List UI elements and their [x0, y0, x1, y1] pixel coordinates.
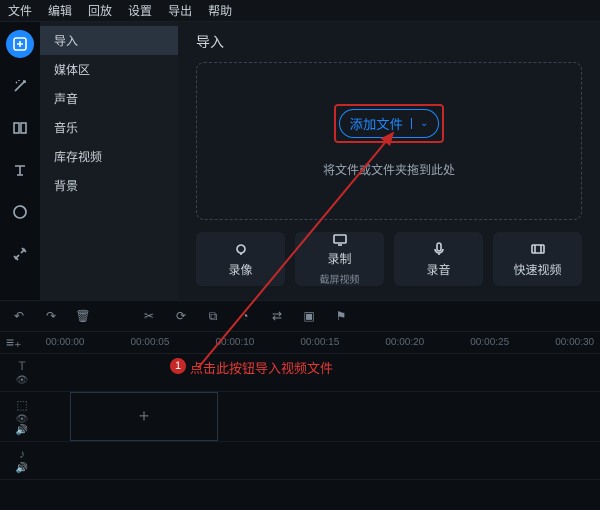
rotate-button[interactable]: ⟳ [172, 309, 190, 323]
mic-icon [431, 241, 447, 257]
undo-button[interactable]: ↶ [10, 309, 28, 323]
audio-track-icon: ♪ [19, 447, 25, 461]
cut-button[interactable]: ✂ [140, 309, 158, 323]
time-ruler[interactable]: 00:00:00 00:00:05 00:00:10 00:00:15 00:0… [36, 333, 595, 353]
plus-box-icon [12, 36, 28, 52]
crop-button[interactable]: ⧉ [204, 309, 222, 324]
ruler-tick: 00:00:00 [46, 337, 85, 348]
film-icon [530, 241, 546, 257]
ruler-tick: 00:00:15 [300, 337, 339, 348]
delete-button[interactable]: 🗑 [74, 309, 92, 323]
color-button[interactable]: ◔ [236, 309, 254, 323]
dropzone[interactable]: 添加文件 ⌄ 将文件或文件夹拖到此处 [196, 62, 582, 220]
timeline: ↶ ↷ 🗑 ✂ ⟳ ⧉ ◔ ⇄ ▣ ⚑ ≡₊ 00:00:00 00:00:05… [0, 300, 600, 510]
menu-playback[interactable]: 回放 [88, 2, 112, 19]
add-track-button[interactable]: ≡₊ [6, 334, 22, 351]
annotation-text: 点击此按钮导入视频文件 [190, 358, 333, 377]
menu-settings[interactable]: 设置 [128, 2, 152, 19]
track-audio[interactable]: ♪🔊 [0, 442, 600, 480]
card-screencast[interactable]: 录制 截屏视频 [295, 232, 384, 286]
content-title: 导入 [196, 32, 582, 52]
ruler-tick: 00:00:05 [131, 337, 170, 348]
card-quick[interactable]: 快速视频 [493, 232, 582, 286]
sidebar-item-stock[interactable]: 库存视频 [40, 142, 178, 171]
add-clip-placeholder[interactable]: + [70, 392, 218, 441]
tool-titles[interactable] [6, 156, 34, 184]
sidebar: 导入 媒体区 声音 音乐 库存视频 背景 [40, 22, 178, 300]
card-sublabel: 截屏视频 [320, 271, 360, 286]
card-audio[interactable]: 录音 [394, 232, 483, 286]
menu-edit[interactable]: 编辑 [48, 2, 72, 19]
card-label: 录像 [228, 261, 252, 278]
timeline-toolbar: ↶ ↷ 🗑 ✂ ⟳ ⧉ ◔ ⇄ ▣ ⚑ [0, 300, 600, 332]
menu-export[interactable]: 导出 [168, 2, 192, 19]
tool-more[interactable] [6, 240, 34, 268]
ruler-tick: 00:00:10 [215, 337, 254, 348]
visibility-icon[interactable]: 👁🔊 [16, 414, 29, 436]
tool-rail [0, 22, 40, 300]
drop-hint: 将文件或文件夹拖到此处 [323, 161, 455, 178]
card-label: 录制 [327, 250, 351, 267]
visibility-icon[interactable]: 👁 [16, 375, 29, 386]
chevron-down-icon: ⌄ [411, 118, 428, 129]
redo-button[interactable]: ↷ [42, 309, 60, 323]
add-file-label: 添加文件 [350, 114, 403, 133]
marker-button[interactable]: ⚑ [332, 309, 350, 323]
video-track-icon: ⬚ [16, 398, 27, 412]
track-head[interactable]: T👁 [0, 354, 44, 391]
track-head[interactable]: ⬚ 👁🔊 [0, 392, 44, 441]
tool-effects[interactable] [6, 72, 34, 100]
annotation-badge: 1 [170, 358, 186, 374]
camera-icon [233, 241, 249, 257]
ruler-tick: 00:00:25 [470, 337, 509, 348]
transition-button[interactable]: ⇄ [268, 309, 286, 323]
card-camera[interactable]: 录像 [196, 232, 285, 286]
ruler-tick: 00:00:30 [555, 337, 594, 348]
text-icon [12, 162, 28, 178]
ruler-tick: 00:00:20 [385, 337, 424, 348]
sidebar-item-import[interactable]: 导入 [40, 26, 178, 55]
add-file-button[interactable]: 添加文件 ⌄ [339, 109, 440, 138]
menu-file[interactable]: 文件 [8, 2, 32, 19]
menu-help[interactable]: 帮助 [208, 2, 232, 19]
mute-icon[interactable]: 🔊 [16, 463, 28, 474]
track-video[interactable]: ⬚ 👁🔊 + [0, 392, 600, 442]
sticker-icon [12, 204, 28, 220]
sidebar-item-background[interactable]: 背景 [40, 171, 178, 200]
text-track-icon: T [18, 359, 25, 373]
menubar: 文件 编辑 回放 设置 导出 帮助 [0, 0, 600, 22]
track-head[interactable]: ♪🔊 [0, 442, 44, 479]
tool-stickers[interactable] [6, 198, 34, 226]
screen-icon [332, 232, 348, 246]
card-label: 录音 [426, 261, 450, 278]
wand-icon [12, 78, 28, 94]
sidebar-item-sound[interactable]: 声音 [40, 84, 178, 113]
tool-import[interactable] [6, 30, 34, 58]
annotation-highlight: 添加文件 ⌄ [334, 104, 445, 143]
card-label: 快速视频 [513, 261, 561, 278]
sidebar-item-media[interactable]: 媒体区 [40, 55, 178, 84]
sidebar-item-music[interactable]: 音乐 [40, 113, 178, 142]
capture-cards: 录像 录制 截屏视频 录音 快速视频 [196, 232, 582, 286]
tool-transitions[interactable] [6, 114, 34, 142]
tools-icon [12, 246, 28, 262]
content-pane: 导入 添加文件 ⌄ 将文件或文件夹拖到此处 录像 录制 截屏视频 [178, 22, 600, 300]
transition-icon [12, 120, 28, 136]
properties-button[interactable]: ▣ [300, 309, 318, 323]
